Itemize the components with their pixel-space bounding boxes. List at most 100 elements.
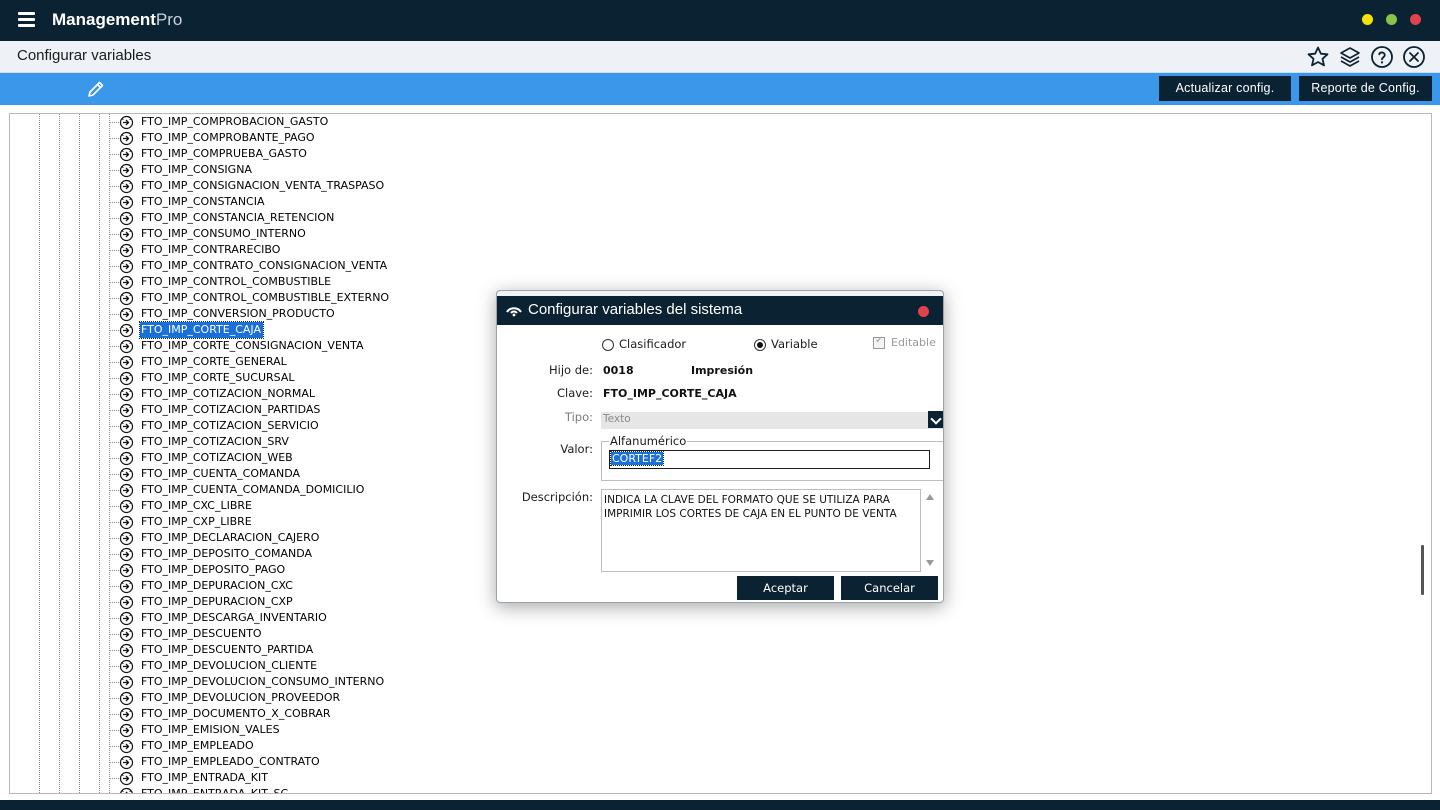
tree-item-label: FTO_IMP_CORTE_GENERAL: [141, 355, 287, 368]
radio-variable[interactable]: [754, 339, 766, 351]
variable-node-icon: [119, 355, 134, 370]
minimize-dot[interactable]: [1362, 14, 1373, 25]
scroll-up-arrow-icon[interactable]: [926, 494, 934, 500]
tree-item-label: FTO_IMP_DESCARGA_INVENTARIO: [141, 611, 327, 624]
tree-connector: [109, 778, 119, 779]
tree-item[interactable]: FTO_IMP_ENTRADA_KIT: [10, 770, 1431, 786]
variable-node-icon: [119, 787, 134, 793]
toolbar: Actualizar config. Reporte de Config.: [0, 73, 1440, 105]
close-circle-icon[interactable]: [1402, 45, 1426, 69]
variable-node-icon: [119, 419, 134, 434]
tree-item-label: FTO_IMP_CONTROL_COMBUSTIBLE_EXTERNO: [141, 291, 390, 304]
tree-item[interactable]: FTO_IMP_CONTRATO_CONSIGNACION_VENTA: [10, 258, 1431, 274]
tree-item-label: FTO_IMP_DEVOLUCION_CONSUMO_INTERNO: [141, 675, 385, 688]
tree-item[interactable]: FTO_IMP_COMPROBACION_GASTO: [10, 114, 1431, 130]
tree-item-label: FTO_IMP_COMPROBANTE_PAGO: [141, 131, 315, 144]
tree-connector: [109, 602, 119, 603]
tree-item-label: FTO_IMP_CORTE_CAJA: [138, 321, 265, 339]
variable-node-icon: [119, 579, 134, 594]
variable-node-icon: [119, 531, 134, 546]
tree-item-label: FTO_IMP_CUENTA_COMANDA: [141, 467, 301, 480]
tree-item[interactable]: FTO_IMP_CONSIGNA: [10, 162, 1431, 178]
tree-connector: [109, 650, 119, 651]
variable-node-icon: [119, 771, 134, 786]
tree-item[interactable]: FTO_IMP_DESCUENTO_PARTIDA: [10, 642, 1431, 658]
tree-item-label: FTO_IMP_DEVOLUCION_CLIENTE: [141, 659, 318, 672]
tree-item[interactable]: FTO_IMP_DESCUENTO: [10, 626, 1431, 642]
tree-connector: [109, 378, 119, 379]
hamburger-menu-icon[interactable]: [18, 12, 35, 28]
variable-node-icon: [119, 467, 134, 482]
layers-icon[interactable]: [1338, 45, 1362, 69]
tipo-dropdown-chevron-icon[interactable]: [928, 411, 943, 428]
close-dot[interactable]: [1410, 14, 1421, 25]
tree-item[interactable]: FTO_IMP_DESCARGA_INVENTARIO: [10, 610, 1431, 626]
config-report-button[interactable]: Reporte de Config.: [1299, 76, 1432, 101]
tree-connector: [109, 474, 119, 475]
descripcion-textarea[interactable]: INDICA LA CLAVE DEL FORMATO QUE SE UTILI…: [601, 489, 921, 572]
tree-item[interactable]: FTO_IMP_DEVOLUCION_PROVEEDOR: [10, 690, 1431, 706]
tree-connector: [109, 522, 119, 523]
variable-node-icon: [119, 227, 134, 242]
valor-group-legend: Alfanumérico: [609, 434, 688, 448]
tree-connector: [109, 730, 119, 731]
help-icon[interactable]: [1370, 45, 1394, 69]
variable-node-icon: [119, 211, 134, 226]
dialog-close-button[interactable]: [918, 306, 929, 317]
variable-node-icon: [119, 163, 134, 178]
tree-item[interactable]: FTO_IMP_ENTRADA_KIT_SC: [10, 786, 1431, 793]
tree-item[interactable]: FTO_IMP_CONSIGNACION_VENTA_TRASPASO: [10, 178, 1431, 194]
variable-node-icon: [119, 563, 134, 578]
config-variable-dialog: Configurar variables del sistema Clasifi…: [496, 290, 944, 603]
valor-input[interactable]: CORTEF2: [609, 450, 930, 469]
tree-item[interactable]: FTO_IMP_CONSTANCIA_RETENCION: [10, 210, 1431, 226]
variable-node-icon: [119, 547, 134, 562]
hijo-label: Hijo de:: [549, 363, 593, 377]
tree-item-label: FTO_IMP_COTIZACION_PARTIDAS: [141, 403, 321, 416]
clave-value: FTO_IMP_CORTE_CAJA: [603, 387, 737, 400]
tree-item-label: FTO_IMP_COTIZACION_WEB: [141, 451, 293, 464]
hijo-code: 0018: [603, 364, 634, 377]
tree-item-label: FTO_IMP_EMPLEADO_CONTRATO: [141, 755, 320, 768]
maximize-dot[interactable]: [1386, 14, 1397, 25]
cancel-button[interactable]: Cancelar: [841, 576, 938, 600]
variable-node-icon: [119, 339, 134, 354]
tree-item[interactable]: FTO_IMP_CONSUMO_INTERNO: [10, 226, 1431, 242]
tree-item[interactable]: FTO_IMP_COMPROBANTE_PAGO: [10, 130, 1431, 146]
star-icon[interactable]: [1306, 45, 1330, 69]
variable-node-icon: [119, 435, 134, 450]
tree-item[interactable]: FTO_IMP_DEVOLUCION_CLIENTE: [10, 658, 1431, 674]
hijo-name: Impresión: [691, 364, 754, 377]
tree-item[interactable]: FTO_IMP_EMPLEADO: [10, 738, 1431, 754]
radio-clasificador[interactable]: [602, 339, 614, 351]
tree-item[interactable]: FTO_IMP_CONSTANCIA: [10, 194, 1431, 210]
tree-item[interactable]: FTO_IMP_CONTRARECIBO: [10, 242, 1431, 258]
tree-item[interactable]: FTO_IMP_COMPRUEBA_GASTO: [10, 146, 1431, 162]
accept-button[interactable]: Aceptar: [737, 576, 834, 600]
tree-item[interactable]: FTO_IMP_EMPLEADO_CONTRATO: [10, 754, 1431, 770]
tree-item[interactable]: FTO_IMP_DEVOLUCION_CONSUMO_INTERNO: [10, 674, 1431, 690]
tree-item-label: FTO_IMP_COTIZACION_SRV: [141, 435, 289, 448]
update-config-button[interactable]: Actualizar config.: [1159, 76, 1291, 101]
tree-item[interactable]: FTO_IMP_DOCUMENTO_X_COBRAR: [10, 706, 1431, 722]
scroll-down-arrow-icon[interactable]: [926, 560, 934, 566]
tree-item[interactable]: FTO_IMP_CONTROL_COMBUSTIBLE: [10, 274, 1431, 290]
tree-item-label: FTO_IMP_DESCUENTO_PARTIDA: [141, 643, 314, 656]
dialog-titlebar[interactable]: Configurar variables del sistema: [497, 291, 943, 325]
tree-connector: [109, 570, 119, 571]
variable-node-icon: [119, 643, 134, 658]
vertical-scrollbar[interactable]: [1421, 545, 1424, 595]
variable-node-icon: [119, 275, 134, 290]
tree-item-label: FTO_IMP_DOCUMENTO_X_COBRAR: [141, 707, 331, 720]
tree-item-label: FTO_IMP_CONSTANCIA_RETENCION: [141, 211, 335, 224]
tree-connector: [109, 170, 119, 171]
tipo-select[interactable]: Texto: [601, 412, 943, 429]
tree-item-label: FTO_IMP_CONSUMO_INTERNO: [141, 227, 306, 240]
tree-connector: [109, 634, 119, 635]
variable-node-icon: [119, 691, 134, 706]
pencil-icon[interactable]: [86, 79, 106, 99]
tree-item[interactable]: FTO_IMP_EMISION_VALES: [10, 722, 1431, 738]
tree-connector: [109, 762, 119, 763]
editable-checkbox[interactable]: [873, 335, 885, 349]
tree-connector: [109, 698, 119, 699]
